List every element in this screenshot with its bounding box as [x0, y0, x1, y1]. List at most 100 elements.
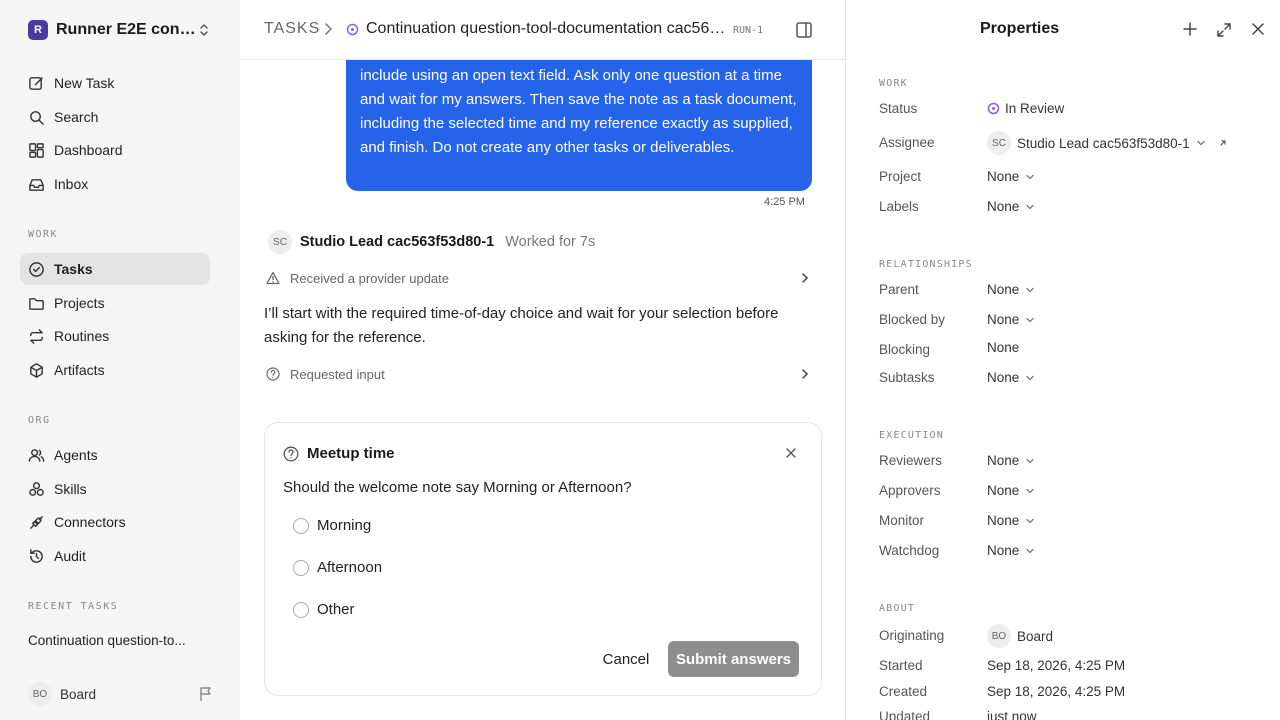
agent-header: SC Studio Lead cac563f53d80-1 Worked for… — [268, 230, 595, 254]
message-timestamp: 4:25 PM — [764, 196, 805, 208]
flag-icon[interactable] — [198, 686, 214, 702]
option-morning[interactable]: Morning — [293, 517, 371, 534]
chevron-down-icon — [1026, 548, 1034, 553]
nav-label: Tasks — [54, 261, 93, 277]
assignee-value[interactable]: SC Studio Lead cac563f53d80-1 — [987, 131, 1228, 155]
properties-panel: Properties WORK Status In Review Assigne… — [847, 0, 1280, 720]
nav-projects[interactable]: Projects — [20, 287, 210, 319]
approvers-value[interactable]: None — [987, 483, 1035, 498]
agent-name: Studio Lead cac563f53d80-1 — [300, 234, 495, 250]
parent-label: Parent — [879, 282, 919, 297]
agent-worked-duration: Worked for 7s — [505, 234, 596, 250]
status-in-review-icon — [346, 23, 359, 36]
main-content: TASKS Continuation question-tool-documen… — [240, 0, 846, 720]
skills-icon — [29, 481, 44, 496]
parent-text: None — [987, 282, 1020, 297]
blocked-by-value[interactable]: None — [987, 312, 1035, 327]
labels-value[interactable]: None — [987, 199, 1035, 214]
warning-icon — [266, 271, 280, 285]
event-requested-input[interactable]: Requested input — [266, 364, 812, 384]
assignee-label: Assignee — [879, 135, 935, 150]
chevron-down-icon — [1026, 317, 1034, 322]
project-value[interactable]: None — [987, 169, 1035, 184]
status-value[interactable]: In Review — [987, 101, 1064, 116]
blocked-by-text: None — [987, 312, 1020, 327]
question-text: Should the welcome note say Morning or A… — [283, 479, 632, 496]
avatar: SC — [987, 131, 1011, 155]
watchdog-label: Watchdog — [879, 543, 940, 558]
started-value: Sep 18, 2026, 4:25 PM — [987, 658, 1126, 673]
nav-routines[interactable]: Routines — [20, 320, 210, 352]
nav-artifacts[interactable]: Artifacts — [20, 354, 210, 386]
nav-inbox[interactable]: Inbox — [20, 168, 210, 200]
originating-name: Board — [1017, 628, 1054, 644]
reviewers-value[interactable]: None — [987, 453, 1035, 468]
chevron-down-icon — [1026, 204, 1034, 209]
originating-label: Originating — [879, 628, 945, 643]
radio-button[interactable] — [293, 517, 309, 534]
external-link-icon[interactable] — [1218, 138, 1228, 148]
run-badge: RUN-1 — [733, 25, 764, 36]
parent-value[interactable]: None — [987, 282, 1035, 297]
nav-skills[interactable]: Skills — [20, 473, 210, 505]
nav-dashboard[interactable]: Dashboard — [20, 134, 210, 166]
plus-icon[interactable] — [1183, 22, 1197, 36]
sidebar-user[interactable]: BO Board — [28, 682, 214, 706]
folder-icon — [29, 297, 44, 310]
nav-search[interactable]: Search — [20, 101, 210, 133]
section-label-work: WORK — [28, 229, 59, 240]
created-value: Sep 18, 2026, 4:25 PM — [987, 684, 1126, 699]
created-label: Created — [879, 684, 928, 699]
avatar: SC — [268, 230, 292, 254]
workspace-name: Runner E2E conti... — [56, 21, 196, 38]
radio-button[interactable] — [293, 559, 309, 576]
monitor-value[interactable]: None — [987, 513, 1035, 528]
page-title: Continuation question-tool-documentation… — [366, 20, 728, 37]
option-other[interactable]: Other — [293, 601, 355, 618]
nav-audit[interactable]: Audit — [20, 540, 210, 572]
nav-tasks[interactable]: Tasks — [20, 253, 210, 285]
expand-icon[interactable] — [1216, 22, 1232, 38]
monitor-label: Monitor — [879, 513, 925, 528]
workspace-switcher[interactable]: R Runner E2E conti... — [28, 19, 214, 41]
breadcrumb-tasks-link[interactable]: TASKS — [264, 20, 320, 38]
nav-agents[interactable]: Agents — [20, 439, 210, 471]
submit-answers-button[interactable]: Submit answers — [668, 641, 799, 677]
nav-label: Routines — [54, 328, 110, 344]
question-card-title: Meetup time — [307, 445, 395, 462]
nav-label: Connectors — [54, 514, 126, 530]
chevron-right-icon — [325, 23, 333, 35]
close-icon[interactable] — [785, 447, 797, 459]
nav-new-task[interactable]: New Task — [20, 67, 210, 99]
help-circle-icon — [283, 446, 299, 461]
plug-icon — [30, 515, 43, 529]
nav-label: Audit — [54, 548, 86, 564]
event-provider-update[interactable]: Received a provider update — [266, 268, 812, 288]
chevron-down-icon — [1196, 140, 1205, 146]
panel-toggle-icon[interactable] — [795, 21, 813, 39]
inbox-icon — [29, 178, 44, 191]
chevron-down-icon — [1026, 488, 1034, 493]
close-icon[interactable] — [1252, 22, 1264, 36]
check-circle-icon — [29, 261, 44, 277]
cancel-button[interactable]: Cancel — [591, 641, 661, 677]
event-label: Requested input — [290, 366, 385, 382]
nav-connectors[interactable]: Connectors — [20, 506, 210, 538]
nav-label: Dashboard — [54, 142, 123, 158]
watchdog-value[interactable]: None — [987, 543, 1035, 558]
blocking-label: Blocking — [879, 342, 931, 357]
recent-task-item[interactable]: Continuation question-to... — [28, 633, 186, 648]
user-name: Board — [60, 686, 97, 702]
workspace-logo: R — [28, 20, 48, 40]
nav-label: Agents — [54, 447, 98, 463]
history-icon — [30, 548, 43, 563]
monitor-text: None — [987, 513, 1020, 528]
subtasks-value[interactable]: None — [987, 370, 1035, 385]
labels-label: Labels — [879, 199, 919, 214]
radio-button[interactable] — [293, 601, 309, 618]
assignee-name: Studio Lead cac563f53d80-1 — [1017, 135, 1190, 151]
option-afternoon[interactable]: Afternoon — [293, 559, 382, 576]
help-circle-icon — [266, 367, 280, 381]
dashboard-icon — [29, 142, 44, 158]
nav-label: Projects — [54, 295, 105, 311]
